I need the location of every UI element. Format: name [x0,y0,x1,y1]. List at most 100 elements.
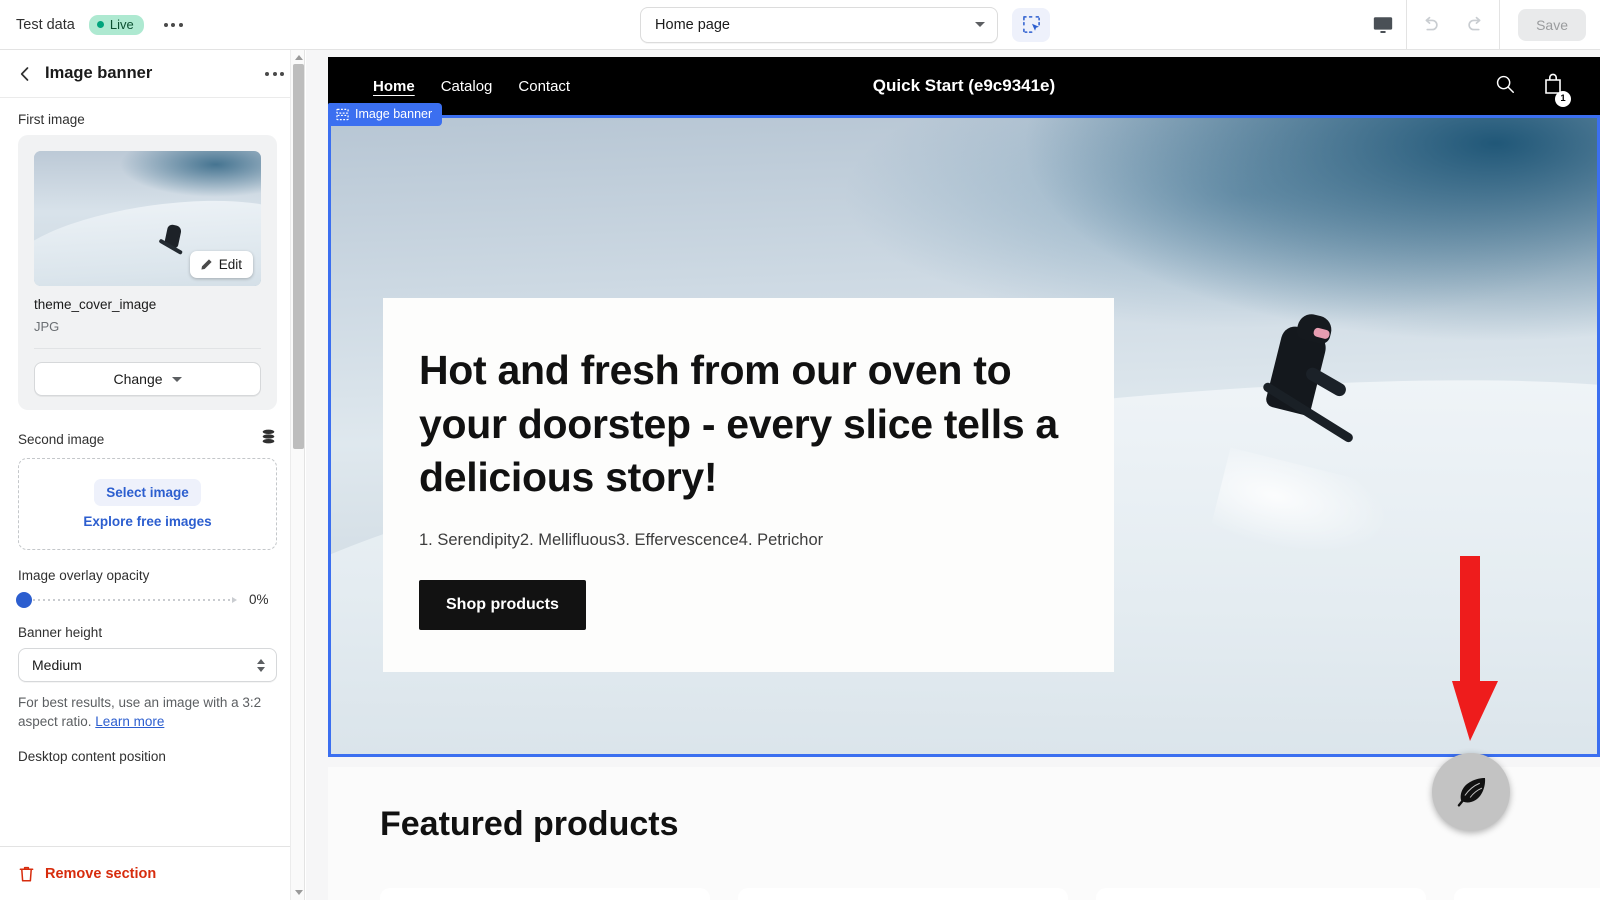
hero-subtext: 1. Serendipity2. Mellifluous3. Effervesc… [419,531,824,550]
undo-button[interactable] [1407,0,1453,50]
edit-image-button[interactable]: Edit [189,251,253,278]
back-button[interactable] [18,66,31,82]
inspector-tool-icon [1022,16,1040,33]
desktop-icon [1373,16,1393,33]
desktop-content-position-label: Desktop content position [18,749,166,765]
dynamic-source-button[interactable] [260,428,277,450]
change-image-button[interactable]: Change [34,362,261,396]
caret-down-icon [171,376,182,382]
nav-link-catalog[interactable]: Catalog [441,78,493,95]
banner-content-card: Hot and fresh from our oven to your door… [383,298,1114,673]
storefront-nav: Home Catalog Contact [328,78,570,95]
chevron-down-icon [975,22,986,27]
section-badge-label: Image banner [355,107,433,121]
first-image-label: First image [18,112,85,127]
change-image-label: Change [113,371,163,387]
first-image-thumbnail[interactable]: Edit [34,151,261,286]
sidebar-footer: Remove section [0,846,304,900]
toolbar-right-group: Save [1360,0,1600,50]
theme-preview-frame: Home Catalog Contact Quick Start (e9c934… [306,50,1600,900]
search-icon [1496,75,1514,93]
toolbar-center-group: Home page [330,0,1360,49]
hero-heading: Hot and fresh from our oven to your door… [419,347,1058,501]
page-selector-value: Home page [655,16,730,33]
overlay-opacity-row: 0% [16,591,277,608]
save-button[interactable]: Save [1518,8,1586,41]
nav-link-contact[interactable]: Contact [518,78,570,95]
image-banner-section[interactable]: Hot and fresh from our oven to your door… [328,115,1600,757]
trash-icon [19,866,34,882]
redo-button[interactable] [1453,0,1499,50]
toolbar-left-group: Test data Live [0,0,330,49]
select-image-button[interactable]: Select image [94,479,201,506]
banner-height-value: Medium [32,657,82,673]
theme-more-menu-button[interactable] [158,15,189,35]
device-preview-button[interactable] [1360,0,1406,50]
product-card-row [380,888,1600,900]
search-button[interactable] [1494,73,1516,100]
dynamic-source-icon [262,429,275,444]
scroll-down-arrow-icon[interactable] [294,890,303,895]
banner-height-select[interactable]: Medium [18,648,277,682]
page-title: Image banner [45,64,153,82]
storefront-header: Home Catalog Contact Quick Start (e9c934… [328,57,1600,115]
live-label: Live [109,16,134,32]
up-down-caret-icon [257,658,265,672]
storefront-header-icons: 1 [1494,72,1571,107]
shop-products-button[interactable]: Shop products [419,580,586,631]
image-file-name: theme_cover_image [34,297,157,312]
slider-handle[interactable] [16,591,32,608]
overlay-opacity-label: Image overlay opacity [18,568,150,583]
chevron-left-icon [20,66,29,81]
ellipsis-icon [280,71,284,76]
explore-free-images-link[interactable]: Explore free images [83,514,211,529]
featured-products-title: Featured products [380,805,679,843]
edit-image-label: Edit [218,257,242,272]
second-image-header: Second image [18,428,277,450]
undo-icon [1425,16,1438,30]
status-badge-live: Live [88,14,144,35]
product-card[interactable] [738,888,1068,900]
cart-button[interactable]: 1 [1542,72,1571,107]
banner-height-label: Banner height [18,625,103,640]
page-selector[interactable]: Home page [640,6,999,43]
product-card[interactable] [380,888,710,900]
section-more-menu-button[interactable] [259,66,290,82]
sidebar-header: Image banner [0,50,304,98]
section-icon [336,108,349,120]
cart-count-badge: 1 [1555,90,1571,107]
scroll-up-arrow-icon[interactable] [294,55,303,60]
redo-icon [1468,16,1481,30]
featured-products-section[interactable]: Featured products [328,767,1600,900]
sidebar-settings-body: First image Edit theme_cover_image JPG C… [0,98,295,846]
product-card[interactable] [1096,888,1426,900]
live-status-dot [96,20,104,28]
remove-section-button[interactable]: Remove section [45,866,156,882]
selected-section-badge[interactable]: Image banner [328,103,443,126]
ellipsis-icon [265,71,269,76]
ellipsis-icon [272,71,277,76]
feather-assistant-button[interactable] [1432,753,1510,831]
ellipsis-icon [178,22,183,27]
inspector-tool-button[interactable] [1012,7,1051,42]
feather-quill-icon [1457,778,1486,807]
second-image-dropzone[interactable]: Select image Explore free images [18,458,277,550]
overlay-opacity-slider[interactable] [16,591,237,608]
nav-link-home[interactable]: Home [373,78,415,95]
learn-more-link[interactable]: Learn more [95,714,164,729]
test-data-label: Test data [16,16,75,33]
banner-height-help-text: For best results, use an image with a 3:… [18,693,277,731]
pencil-icon [201,258,212,270]
product-card[interactable] [1454,888,1600,900]
ellipsis-icon [171,22,176,27]
first-image-card: Edit theme_cover_image JPG Change [18,135,277,410]
top-toolbar: Test data Live Home page Save [0,0,1600,50]
sidebar-scrollbar[interactable] [290,50,305,900]
section-settings-sidebar: Image banner First image Edit theme_cove… [0,50,305,900]
scrollbar-thumb[interactable] [293,64,304,449]
slider-end-arrow-icon [232,596,237,603]
image-file-type: JPG [34,319,60,334]
second-image-label: Second image [18,431,105,447]
ellipsis-icon [163,22,168,27]
overlay-opacity-value: 0% [249,592,269,607]
